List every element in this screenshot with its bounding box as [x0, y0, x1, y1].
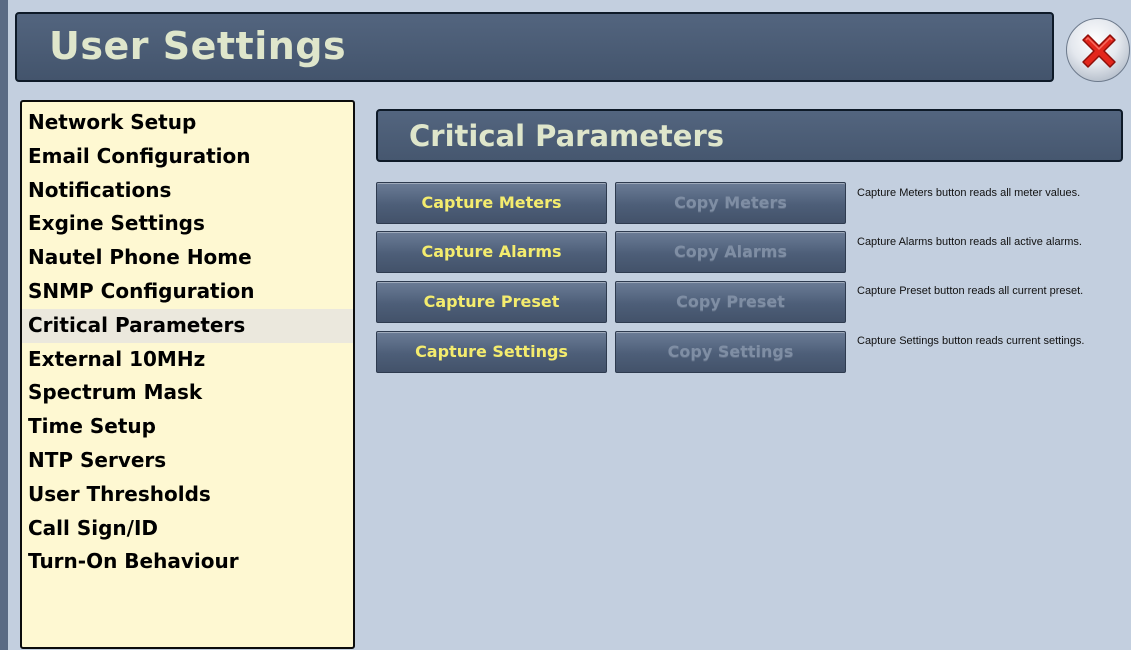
capture-settings-button[interactable]: Capture Settings — [376, 331, 607, 373]
menu-item-external-10mhz[interactable]: External 10MHz — [22, 343, 353, 377]
menu-item-user-thresholds[interactable]: User Thresholds — [22, 478, 353, 512]
menu-item-notifications[interactable]: Notifications — [22, 174, 353, 208]
menu-item-critical-parameters[interactable]: Critical Parameters — [22, 308, 353, 343]
panel-title: Critical Parameters — [409, 119, 725, 153]
copy-meters-button[interactable]: Copy Meters — [615, 182, 846, 224]
menu-item-network-setup[interactable]: Network Setup — [22, 106, 353, 140]
copy-alarms-button[interactable]: Copy Alarms — [615, 231, 846, 273]
menu-item-turn-on-behaviour[interactable]: Turn-On Behaviour — [22, 545, 353, 579]
capture-meters-button[interactable]: Capture Meters — [376, 182, 607, 224]
panel-header: Critical Parameters — [376, 109, 1123, 162]
capture-preset-button[interactable]: Capture Preset — [376, 281, 607, 323]
menu-item-exgine-settings[interactable]: Exgine Settings — [22, 207, 353, 241]
menu-item-spectrum-mask[interactable]: Spectrum Mask — [22, 376, 353, 410]
title-bar: User Settings — [15, 12, 1054, 82]
capture-meters-description: Capture Meters button reads all meter va… — [857, 187, 1081, 199]
copy-settings-button[interactable]: Copy Settings — [615, 331, 846, 373]
capture-alarms-button[interactable]: Capture Alarms — [376, 231, 607, 273]
menu-item-nautel-phone-home[interactable]: Nautel Phone Home — [22, 241, 353, 275]
capture-alarms-description: Capture Alarms button reads all active a… — [857, 236, 1082, 248]
page-title: User Settings — [49, 24, 347, 68]
close-button[interactable] — [1066, 18, 1130, 82]
menu-item-time-setup[interactable]: Time Setup — [22, 410, 353, 444]
menu-item-ntp-servers[interactable]: NTP Servers — [22, 444, 353, 478]
copy-preset-button[interactable]: Copy Preset — [615, 281, 846, 323]
capture-settings-description: Capture Settings button reads current se… — [857, 335, 1085, 347]
menu-item-snmp-configuration[interactable]: SNMP Configuration — [22, 275, 353, 309]
settings-menu: Network Setup Email Configuration Notifi… — [20, 100, 355, 649]
menu-item-call-sign-id[interactable]: Call Sign/ID — [22, 512, 353, 546]
close-x-icon — [1082, 34, 1116, 68]
window-left-edge — [0, 0, 8, 650]
menu-item-email-configuration[interactable]: Email Configuration — [22, 140, 353, 174]
capture-preset-description: Capture Preset button reads all current … — [857, 285, 1084, 297]
